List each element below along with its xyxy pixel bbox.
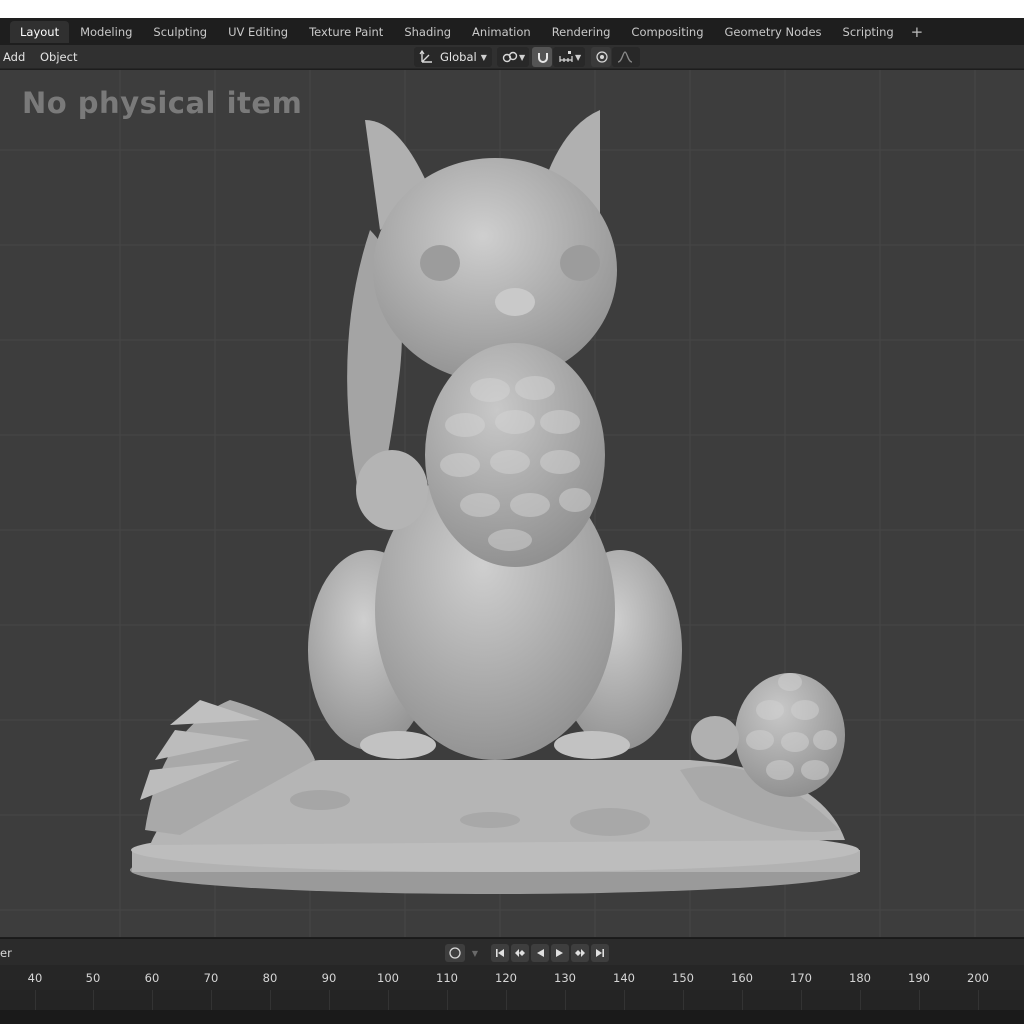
snap-target-dropdown[interactable]: ▼ [553, 47, 585, 67]
chevron-down-icon: ▼ [519, 52, 526, 62]
chevron-down-icon: ▼ [575, 52, 582, 62]
auto-keying-button[interactable] [445, 944, 465, 962]
snap-toggle-button[interactable] [532, 47, 552, 67]
tab-animation[interactable]: Animation [462, 21, 541, 43]
frame-tick-label: 200 [967, 971, 989, 985]
tab-modeling[interactable]: Modeling [70, 21, 142, 43]
frame-gridline [388, 990, 389, 1010]
frame-gridline [801, 990, 802, 1010]
snap-increment-icon [558, 50, 574, 64]
tab-shading[interactable]: Shading [394, 21, 461, 43]
frame-tick-label: 100 [377, 971, 399, 985]
frame-gridline [565, 990, 566, 1010]
frame-gridline [624, 990, 625, 1010]
tab-rendering[interactable]: Rendering [542, 21, 621, 43]
falloff-curve-icon [617, 50, 633, 64]
frame-tick-label: 120 [495, 971, 517, 985]
play-icon[interactable] [551, 944, 569, 962]
squirrel-head [365, 110, 617, 382]
next-keyframe-icon[interactable] [571, 944, 589, 962]
held-pine-cone [425, 343, 605, 567]
frame-gridline [211, 990, 212, 1010]
frame-gridline [978, 990, 979, 1010]
frame-ruler[interactable]: 40 50 60 70 80 90 100 110 120 130 140 15… [0, 965, 1024, 990]
tab-texture-paint[interactable]: Texture Paint [299, 21, 393, 43]
tab-uv-editing[interactable]: UV Editing [218, 21, 298, 43]
watermark-text: No physical item [22, 86, 303, 120]
pivot-point-dropdown[interactable]: ▼ [497, 47, 529, 67]
snap-magnet-icon [537, 50, 549, 64]
proportional-edit-toggle[interactable] [591, 47, 611, 67]
timeline-menu-label[interactable]: er [0, 946, 12, 960]
frame-tick-label: 190 [908, 971, 930, 985]
transform-orientation-dropdown[interactable]: Global ▼ [414, 47, 492, 67]
proportional-edit-icon [596, 51, 608, 63]
frame-gridline [35, 990, 36, 1010]
status-bar [0, 1010, 1024, 1024]
keyframe-record-icon [449, 944, 461, 963]
tab-layout[interactable]: Layout [10, 20, 70, 43]
frame-gridline [152, 990, 153, 1010]
tab-scripting[interactable]: Scripting [833, 21, 904, 43]
frame-tick-label: 130 [554, 971, 576, 985]
transform-orientation-icon [419, 50, 435, 64]
play-reverse-icon[interactable] [531, 944, 549, 962]
frame-gridline [93, 990, 94, 1010]
add-workspace-button[interactable]: + [905, 23, 930, 41]
frame-gridline [270, 990, 271, 1010]
frame-tick-label: 180 [849, 971, 871, 985]
frame-tick-label: 110 [436, 971, 458, 985]
frame-tick-label: 160 [731, 971, 753, 985]
chevron-down-icon: ▼ [471, 948, 479, 958]
tab-compositing[interactable]: Compositing [621, 21, 713, 43]
timeline-header: er ▼ [0, 938, 1024, 965]
playback-controls [491, 944, 609, 962]
frame-tick-label: 80 [262, 971, 278, 985]
frame-tick-label: 50 [85, 971, 101, 985]
jump-start-icon[interactable] [491, 944, 509, 962]
frame-tick-label: 150 [672, 971, 694, 985]
frame-tick-label: 60 [144, 971, 160, 985]
frame-gridline [742, 990, 743, 1010]
top-white-strip [0, 0, 1024, 18]
orientation-label: Global [440, 50, 477, 64]
frame-gridline [919, 990, 920, 1010]
chevron-down-icon: ▼ [480, 52, 487, 62]
frame-gridline [329, 990, 330, 1010]
timeline-track[interactable] [0, 990, 1024, 1010]
proportional-falloff-dropdown[interactable] [612, 47, 640, 67]
auto-keying-dropdown[interactable]: ▼ [468, 944, 482, 962]
frame-gridline [860, 990, 861, 1010]
menu-object[interactable]: Object [40, 50, 77, 64]
prev-keyframe-icon[interactable] [511, 944, 529, 962]
viewport-header: Add Object Global ▼ ▼ ▼ [0, 45, 1024, 69]
menu-add[interactable]: Add [3, 50, 25, 64]
frame-gridline [447, 990, 448, 1010]
3d-viewport[interactable]: No physical item [0, 70, 1024, 937]
frame-gridline [683, 990, 684, 1010]
tab-geometry-nodes[interactable]: Geometry Nodes [715, 21, 832, 43]
frame-gridline [506, 990, 507, 1010]
workspace-tab-bar: Layout Modeling Sculpting UV Editing Tex… [0, 18, 1024, 45]
squirrel-model[interactable] [0, 70, 1024, 937]
frame-tick-label: 140 [613, 971, 635, 985]
frame-tick-label: 70 [203, 971, 219, 985]
frame-tick-label: 40 [27, 971, 43, 985]
jump-end-icon[interactable] [591, 944, 609, 962]
pivot-link-icon [502, 50, 518, 64]
tab-sculpting[interactable]: Sculpting [143, 21, 217, 43]
frame-tick-label: 170 [790, 971, 812, 985]
frame-tick-label: 90 [321, 971, 337, 985]
